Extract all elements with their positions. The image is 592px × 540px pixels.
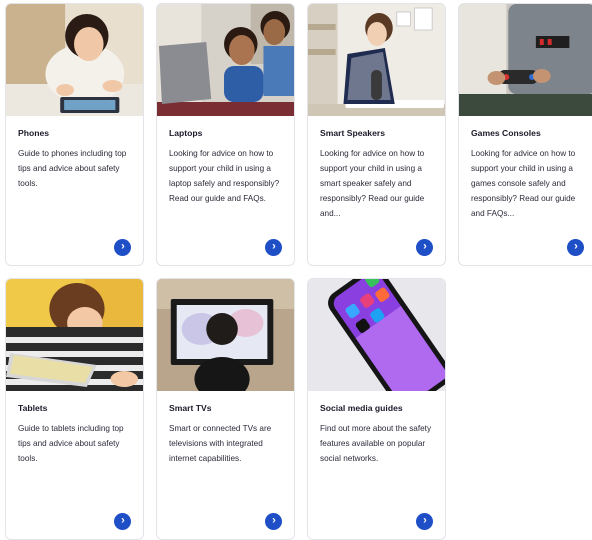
card-laptops[interactable]: Laptops Looking for advice on how to sup… [156, 3, 295, 266]
card-title: Laptops [169, 128, 203, 138]
card-smart-tvs[interactable]: Smart TVs Smart or connected TVs are tel… [156, 278, 295, 540]
games-consoles-image [459, 4, 592, 116]
smart-speakers-image [308, 4, 445, 116]
smart-tvs-image [157, 279, 294, 391]
card-description: Looking for advice on how to support you… [169, 149, 280, 203]
laptops-image [157, 4, 294, 116]
phones-image [6, 4, 143, 116]
card-games-consoles[interactable]: Games Consoles Looking for advice on how… [458, 3, 592, 266]
card-title: Social media guides [320, 403, 403, 413]
card-title: Smart Speakers [320, 128, 385, 138]
card-description: Looking for advice on how to support you… [471, 149, 576, 218]
card-title: Phones [18, 128, 50, 138]
chevron-right-icon[interactable]: › [114, 239, 131, 256]
card-description: Guide to phones including top tips and a… [18, 149, 127, 188]
chevron-right-icon[interactable]: › [265, 239, 282, 256]
chevron-right-icon[interactable]: › [567, 239, 584, 256]
card-smart-speakers[interactable]: Smart Speakers Looking for advice on how… [307, 3, 446, 266]
card-description: Looking for advice on how to support you… [320, 149, 425, 218]
card-description: Smart or connected TVs are televisions w… [169, 424, 272, 463]
chevron-right-icon[interactable]: › [265, 513, 282, 530]
card-title: Smart TVs [169, 403, 212, 413]
card-title: Tablets [18, 403, 48, 413]
chevron-right-icon[interactable]: › [114, 513, 131, 530]
card-social-media-guides[interactable]: Social media guides Find out more about … [307, 278, 446, 540]
card-tablets[interactable]: Tablets Guide to tablets including top t… [5, 278, 144, 540]
chevron-right-icon[interactable]: › [416, 513, 433, 530]
tablets-image [6, 279, 143, 391]
card-description: Guide to tablets including top tips and … [18, 424, 124, 463]
chevron-right-icon[interactable]: › [416, 239, 433, 256]
social-media-guides-image [308, 279, 445, 391]
card-title: Games Consoles [471, 128, 541, 138]
card-description: Find out more about the safety features … [320, 424, 432, 463]
card-phones[interactable]: Phones Guide to phones including top tip… [5, 3, 144, 266]
